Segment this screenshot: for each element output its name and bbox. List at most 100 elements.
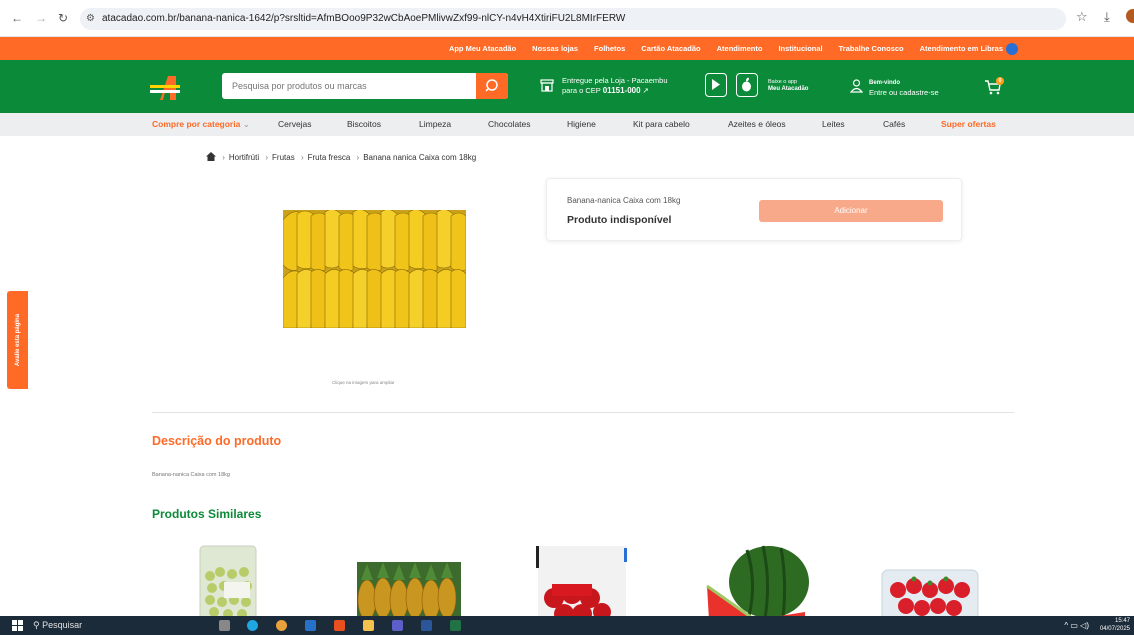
store-icon: [540, 79, 554, 92]
search-icon: [485, 79, 498, 92]
top-link-institutional[interactable]: Institucional: [778, 44, 822, 53]
top-link-careers[interactable]: Trabalhe Conosco: [839, 44, 904, 53]
word-icon[interactable]: [421, 620, 432, 631]
store-cep: 01151-000: [602, 86, 641, 95]
category-chocolates[interactable]: Chocolates: [488, 113, 531, 136]
outlook-icon[interactable]: [305, 620, 316, 631]
download-icon[interactable]: ⤓: [1104, 9, 1110, 25]
top-link-card[interactable]: Cartão Atacadão: [641, 44, 700, 53]
top-links-bar: App Meu Atacadão Nossas lojas Folhetos C…: [0, 37, 1134, 60]
breadcrumb-hortifruti[interactable]: Hortifrúti: [229, 153, 259, 162]
breadcrumb-separator: ›: [356, 153, 360, 162]
description-text: Banana-nanica Caixa com 18kg: [152, 472, 230, 478]
product-name: Banana-nanica Caixa com 18kg: [567, 196, 681, 205]
taskbar-search[interactable]: ⚲ Pesquisar: [33, 616, 82, 635]
watermelon-image: [706, 545, 809, 620]
availability-status: Produto indisponível: [567, 214, 672, 226]
feedback-label: Avalie esta página: [14, 313, 21, 367]
breadcrumb-fruta-fresca[interactable]: Fruta fresca: [308, 153, 351, 162]
super-offers-link[interactable]: Super ofertas: [941, 113, 996, 136]
teams-icon[interactable]: [392, 620, 403, 631]
app-line2: Meu Atacadão: [768, 86, 809, 92]
search-box: [222, 73, 508, 99]
breadcrumb-current: Banana nanica Caixa com 18kg: [363, 153, 477, 162]
user-icon: [850, 79, 863, 93]
similar-product-card[interactable]: [502, 536, 667, 620]
taskbar-search-label: Pesquisar: [42, 620, 83, 630]
feedback-tab[interactable]: Avalie esta página: [7, 291, 28, 389]
forward-icon[interactable]: →: [34, 11, 48, 25]
play-store-icon: [712, 79, 720, 90]
top-link-flyers[interactable]: Folhetos: [594, 44, 625, 53]
file-explorer-icon[interactable]: [363, 620, 374, 631]
top-links: App Meu Atacadão Nossas lojas Folhetos C…: [449, 37, 1018, 60]
google-play-button[interactable]: [705, 73, 727, 97]
apple-icon: [742, 77, 751, 92]
category-cafes[interactable]: Cafés: [883, 113, 905, 136]
address-bar[interactable]: ⚙ atacadao.com.br/banana-nanica-1642/p?s…: [80, 8, 1066, 30]
category-biscoitos[interactable]: Biscoitos: [347, 113, 381, 136]
home-icon[interactable]: [206, 152, 216, 161]
grapes-image: [199, 545, 257, 620]
top-link-app[interactable]: App Meu Atacadão: [449, 44, 516, 53]
buy-box: Banana-nanica Caixa com 18kg Produto ind…: [546, 178, 962, 241]
bookmark-star-icon[interactable]: ☆: [1076, 9, 1088, 25]
main-header: Entregue pela Loja - Pacaembu para o CEP…: [0, 60, 1134, 113]
profile-avatar[interactable]: [1126, 9, 1134, 23]
address-url: atacadao.com.br/banana-nanica-1642/p?srs…: [102, 13, 626, 24]
breadcrumb-separator: ›: [300, 153, 304, 162]
category-nav: Compre por categoria ⌄ Cervejas Biscoito…: [0, 113, 1134, 136]
category-limpeza[interactable]: Limpeza: [419, 113, 451, 136]
user-greeting: Bem-vindo: [869, 80, 901, 86]
app-download-text: Baixe o app Meu Atacadão: [768, 79, 808, 93]
libras-icon: [1006, 42, 1018, 55]
breadcrumb: › Hortifrúti › Frutas › Fruta fresca › Banan…: [206, 152, 476, 162]
user-login-label: Entre ou cadastre-se: [869, 88, 939, 97]
search-input[interactable]: [222, 73, 476, 99]
external-link-icon: ↗: [642, 86, 649, 95]
browse-categories-menu[interactable]: Compre por categoria ⌄: [152, 113, 250, 136]
search-button[interactable]: [476, 73, 508, 99]
browse-categories-label: Compre por categoria: [152, 119, 241, 129]
chevron-down-icon: ⌄: [242, 119, 250, 129]
back-icon[interactable]: ←: [10, 11, 24, 25]
breadcrumb-separator: ›: [222, 153, 225, 162]
product-image[interactable]: [283, 210, 466, 328]
breadcrumb-frutas[interactable]: Frutas: [272, 153, 295, 162]
strawberries-image: [881, 569, 979, 620]
system-tray[interactable]: ^ ▭ ◁): [1064, 616, 1089, 635]
similar-product-card[interactable]: [852, 536, 1017, 620]
app-store-button[interactable]: [736, 73, 758, 97]
category-kit-cabelo[interactable]: Kit para cabelo: [633, 113, 690, 136]
cart-count-badge: 0: [996, 77, 1004, 85]
reload-icon[interactable]: ↻: [56, 11, 70, 25]
store-line2-prefix: para o CEP: [562, 86, 601, 95]
similar-product-card[interactable]: [677, 536, 842, 620]
excel-icon[interactable]: [450, 620, 461, 631]
windows-start-icon[interactable]: [12, 620, 23, 631]
similar-products-title: Produtos Similares: [152, 507, 262, 521]
atacadao-logo-icon[interactable]: [150, 76, 180, 100]
taskbar-clock[interactable]: 15:47 04/07/2025: [1100, 617, 1130, 633]
similar-product-card[interactable]: [152, 536, 317, 620]
top-link-support[interactable]: Atendimento: [717, 44, 763, 53]
taskbar-search-icon: ⚲: [33, 620, 40, 630]
description-title: Descrição do produto: [152, 434, 282, 448]
taskbar-app-icon[interactable]: [334, 620, 345, 631]
add-to-cart-button[interactable]: Adicionar: [759, 200, 943, 222]
store-line1: Entregue pela Loja - Pacaembu: [562, 76, 668, 85]
category-azeites[interactable]: Azeites e óleos: [728, 113, 786, 136]
top-link-libras-label: Atendimento em Libras: [919, 43, 1003, 53]
pineapples-image: [357, 562, 461, 620]
category-leites[interactable]: Leites: [822, 113, 845, 136]
top-link-stores[interactable]: Nossas lojas: [532, 44, 578, 53]
category-higiene[interactable]: Higiene: [567, 113, 596, 136]
task-view-icon[interactable]: [219, 620, 230, 631]
chrome-icon[interactable]: [276, 620, 287, 631]
similar-product-card[interactable]: [327, 536, 492, 620]
category-cervejas[interactable]: Cervejas: [278, 113, 312, 136]
section-divider: [152, 412, 1014, 413]
site-info-icon[interactable]: ⚙: [86, 8, 95, 30]
edge-icon[interactable]: [247, 620, 258, 631]
top-link-libras[interactable]: Atendimento em Libras: [919, 42, 1018, 55]
